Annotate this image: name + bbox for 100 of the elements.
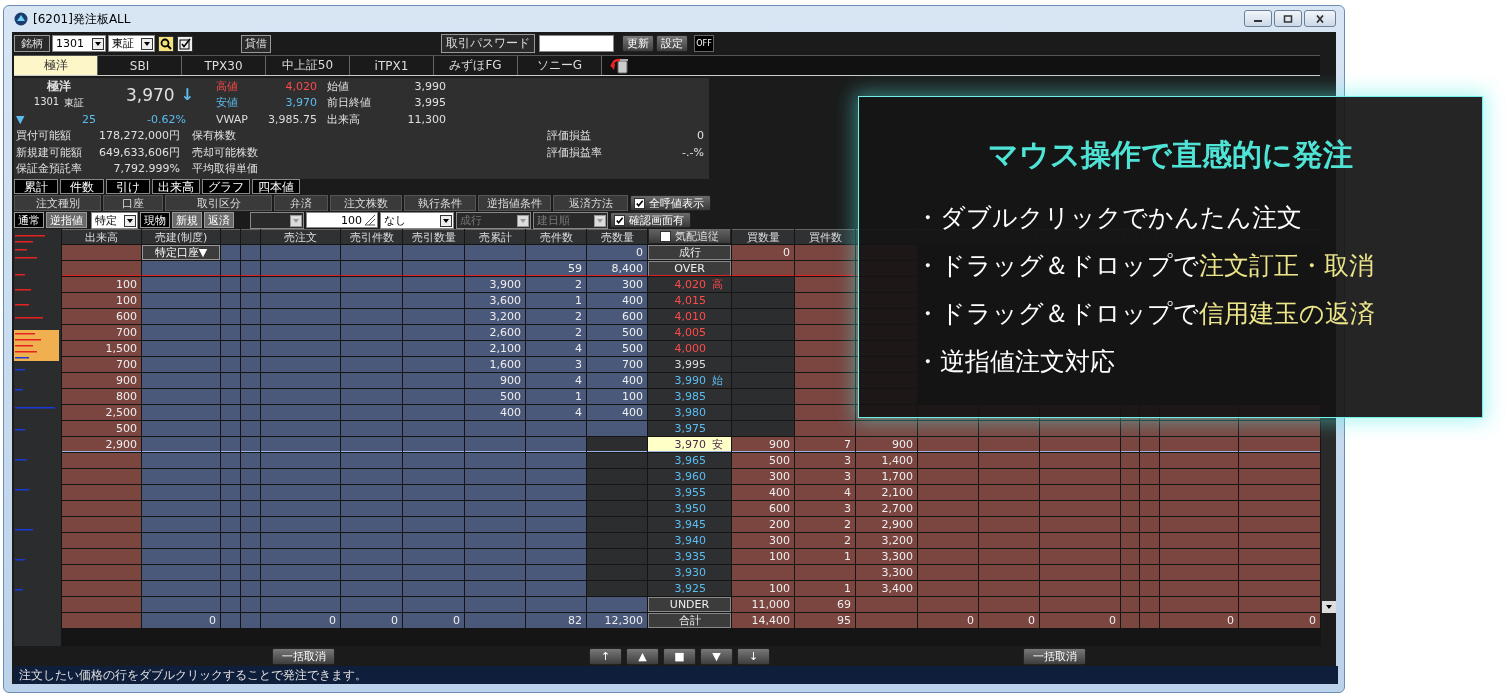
market-dropdown[interactable]: 東証 <box>108 35 155 52</box>
price-cell[interactable]: 4,005 <box>648 325 731 340</box>
bulk-cancel-button[interactable]: 一括取消 <box>272 647 335 665</box>
trade-type-button[interactable]: 新規 <box>172 212 202 228</box>
table-cell <box>1121 581 1139 596</box>
bulk-cancel-button[interactable]: 一括取消 <box>1023 647 1086 665</box>
quantity-field[interactable]: 100 <box>306 212 378 228</box>
follow-quotes-checkbox[interactable]: 気配追従 <box>648 229 731 244</box>
close-button[interactable] <box>1304 10 1336 27</box>
scroll-button[interactable]: ↓ <box>737 647 770 665</box>
stock-tab[interactable]: みずほFG <box>434 56 518 75</box>
price-cell[interactable]: 3,955 <box>648 485 731 500</box>
price-cell[interactable]: 4,010 <box>648 309 731 324</box>
price-cell[interactable]: 3,970 安 <box>648 437 731 452</box>
dropdown-icon[interactable] <box>440 214 452 227</box>
account-dropdown[interactable]: 特定口座▼ <box>142 245 220 260</box>
trade-type-button[interactable]: 返済 <box>204 212 234 228</box>
table-cell: 11,000 <box>732 597 794 612</box>
price-cell[interactable]: 3,935 <box>648 549 731 564</box>
view-tab[interactable]: 四本値 <box>252 179 300 194</box>
account-dropdown[interactable]: 特定 <box>91 212 138 229</box>
price-cell[interactable]: 3,960 <box>648 469 731 484</box>
price-value: 3,975 <box>673 421 706 436</box>
stock-tab[interactable]: 極洋 <box>14 56 98 75</box>
table-cell <box>1121 517 1139 532</box>
price-cell[interactable]: 3,930 <box>648 565 731 580</box>
dropdown-icon[interactable] <box>290 214 302 227</box>
show-all-prices-checkbox[interactable]: 全呼値表示 <box>630 195 711 211</box>
order-type-button[interactable]: 通常 <box>14 212 44 228</box>
price-cell[interactable]: 3,985 <box>648 389 731 404</box>
stock-tab[interactable]: ソニーG <box>518 56 602 75</box>
table-cell <box>732 261 794 276</box>
price-cell[interactable]: 4,000 <box>648 341 731 356</box>
maximize-button[interactable] <box>1274 10 1302 27</box>
symbol-label-button[interactable]: 銘柄 <box>14 35 50 52</box>
scroll-down-icon[interactable] <box>1322 601 1336 613</box>
checkbox-icon[interactable] <box>614 214 625 226</box>
dropdown-icon[interactable] <box>141 37 153 50</box>
table-cell <box>221 309 240 324</box>
dropdown-icon[interactable] <box>124 214 136 227</box>
price-cell[interactable]: 3,975 <box>648 421 731 436</box>
price-cell[interactable]: 3,990 始 <box>648 373 731 388</box>
search-icon[interactable] <box>158 35 174 52</box>
table-cell <box>221 565 240 580</box>
checkbox-icon[interactable] <box>634 197 645 209</box>
view-tab[interactable]: 引け <box>106 179 150 194</box>
dropdown-icon[interactable] <box>92 37 104 50</box>
price-cell[interactable]: 3,945 <box>648 517 731 532</box>
table-cell: 2,100 <box>856 485 917 500</box>
minimize-button[interactable] <box>1244 10 1272 27</box>
margin-badge: 貸借 <box>241 34 271 53</box>
refresh-button[interactable]: 更新 <box>622 35 654 52</box>
scroll-button[interactable]: ↑ <box>589 647 622 665</box>
scroll-button[interactable]: ▼ <box>700 647 733 665</box>
stock-tab[interactable]: TPX30 <box>182 56 266 75</box>
toggle-switch[interactable]: OFF <box>694 35 714 52</box>
price-cell[interactable]: 3,980 <box>648 405 731 420</box>
scroll-button[interactable]: ▲ <box>626 647 659 665</box>
stock-tab[interactable]: iTPX1 <box>350 56 434 75</box>
price-cell[interactable]: 3,940 <box>648 533 731 548</box>
table-cell <box>732 293 794 308</box>
repayment-dropdown[interactable] <box>250 212 304 229</box>
settings-button[interactable]: 設定 <box>656 35 688 52</box>
table-cell: 2,700 <box>856 501 917 516</box>
table-cell: 300 <box>587 277 647 292</box>
scroll-button[interactable]: ■ <box>663 647 696 665</box>
stock-tab[interactable]: SBI <box>98 56 182 75</box>
edit-icon[interactable] <box>364 214 376 226</box>
table-cell <box>221 501 240 516</box>
table-cell <box>587 453 647 468</box>
trash-icon[interactable] <box>610 56 630 74</box>
table-cell <box>732 309 794 324</box>
table-cell <box>341 277 402 292</box>
view-tab[interactable]: 累計 <box>14 179 58 194</box>
trade-type-button[interactable]: 現物 <box>140 212 170 228</box>
stock-tab[interactable]: 中上証50 <box>266 56 350 75</box>
price-cell[interactable]: 4,015 <box>648 293 731 308</box>
price-cell[interactable]: 3,950 <box>648 501 731 516</box>
price-cell[interactable]: 3,995 <box>648 357 731 372</box>
price-cell[interactable]: 3,965 <box>648 453 731 468</box>
price-value: 3,925 <box>673 581 706 596</box>
view-tab[interactable]: 件数 <box>60 179 104 194</box>
table-cell <box>979 597 1039 612</box>
price-cell[interactable]: 3,925 <box>648 581 731 596</box>
table-cell: 0 <box>1040 613 1120 628</box>
view-tab[interactable]: 出来高 <box>152 179 200 194</box>
table-cell <box>979 549 1039 564</box>
confirm-screen-checkbox[interactable]: 確認画面有 <box>610 212 691 228</box>
symbol-code-dropdown[interactable]: 1301 <box>52 35 106 52</box>
scrollbar[interactable] <box>1321 420 1336 613</box>
password-field[interactable] <box>539 35 614 52</box>
checkbox-icon[interactable] <box>660 231 671 242</box>
table-cell: 3 <box>795 501 855 516</box>
order-type-button[interactable]: 逆指値 <box>46 212 87 228</box>
table-cell: 82 <box>526 613 586 628</box>
column-header: 売累計 <box>465 229 525 244</box>
checklist-icon[interactable] <box>177 35 193 52</box>
view-tab[interactable]: グラフ <box>202 179 250 194</box>
price-cell[interactable]: 4,020 高 <box>648 277 731 292</box>
execution-dropdown[interactable]: なし <box>380 212 454 229</box>
